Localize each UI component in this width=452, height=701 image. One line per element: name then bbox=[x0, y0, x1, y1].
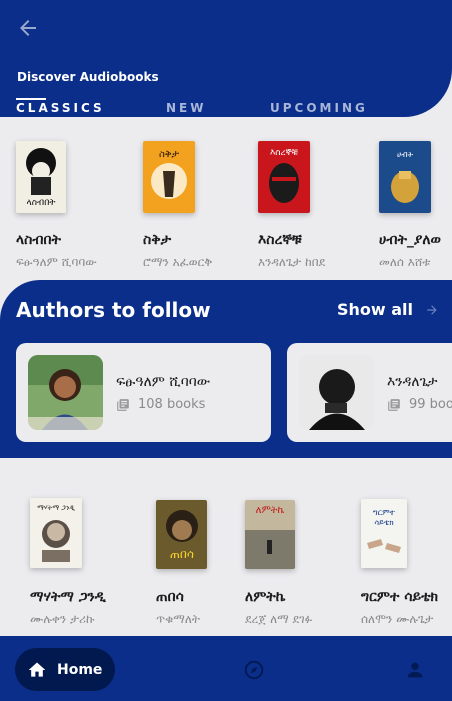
library-icon bbox=[117, 398, 129, 411]
book-author: ደረጀ ለማ ደገፉ bbox=[245, 612, 313, 626]
book-author: እንዳለጌታ ከበደ bbox=[258, 255, 326, 269]
author-book-count-label: 108 books bbox=[138, 397, 206, 412]
author-photo bbox=[299, 355, 374, 430]
svg-text:ጠበሳ: ጠበሳ bbox=[170, 547, 194, 561]
svg-text:እስረኞቹ: እስረኞቹ bbox=[270, 148, 299, 158]
book-cover[interactable]: እስረኞቹ bbox=[258, 141, 310, 213]
authors-section: Authors to follow Show all ፍፁዓለም ሺባባው 10… bbox=[0, 280, 452, 458]
section-title: Discover Audiobooks bbox=[17, 70, 159, 84]
book-cover[interactable]: ለምትኬ bbox=[245, 500, 295, 569]
person-icon[interactable] bbox=[404, 659, 426, 681]
author-book-count-label: 99 boo bbox=[409, 397, 452, 412]
book-title: ሀብት_ያለወ bbox=[379, 232, 441, 248]
svg-text:ግርምተ: ግርምተ bbox=[373, 508, 396, 517]
book-cover[interactable]: ግርምተ ሳይቴክ bbox=[361, 499, 407, 568]
author-card[interactable]: እንዳለጌታ 99 boo bbox=[287, 343, 452, 442]
book-cover[interactable]: ላስብበት bbox=[16, 141, 66, 213]
author-book-count: 99 boo bbox=[387, 397, 452, 412]
author-name: ፍፁዓለም ሺባባው bbox=[116, 374, 211, 390]
book-author: ሰለሞን ሙሉጌታ bbox=[361, 612, 434, 626]
bottom-nav: Home bbox=[0, 636, 452, 701]
tab-classics[interactable]: CLASSICS bbox=[16, 98, 166, 117]
svg-text:ሀብት: ሀብት bbox=[397, 150, 414, 159]
show-all-label: Show all bbox=[337, 300, 414, 319]
book-title: ግርምተ ሳይቴክ bbox=[361, 589, 439, 605]
book-title: ለምትኬ bbox=[245, 589, 286, 605]
book-cover[interactable]: ስቅታ bbox=[143, 141, 195, 213]
svg-text:ስቅታ: ስቅታ bbox=[159, 149, 180, 160]
book-author: መለሰ እሸቱ bbox=[379, 255, 431, 269]
back-arrow-icon[interactable] bbox=[16, 16, 40, 40]
book-author: ሮማን አፈወርቅ bbox=[143, 255, 213, 269]
tab-new[interactable]: NEW bbox=[166, 101, 270, 117]
book-title: እስረኞቹ bbox=[258, 232, 302, 248]
book-cover[interactable]: ማሃትማ ጋንዲ bbox=[30, 498, 82, 568]
arrow-right-icon bbox=[427, 304, 437, 315]
discover-header: Discover Audiobooks CLASSICS NEW UPCOMIN… bbox=[0, 0, 452, 117]
author-book-count: 108 books bbox=[116, 397, 205, 412]
tab-upcoming[interactable]: UPCOMING bbox=[270, 101, 368, 117]
book-author: ጥቁማለት bbox=[156, 612, 200, 626]
home-icon bbox=[28, 662, 46, 677]
compass-icon[interactable] bbox=[243, 659, 265, 681]
svg-text:ላስብበት: ላስብበት bbox=[27, 198, 56, 208]
book-title: ስቅታ bbox=[143, 232, 172, 248]
nav-home-button[interactable]: Home bbox=[15, 648, 115, 691]
author-name: እንዳለጌታ bbox=[387, 374, 438, 390]
book-title: ማሃትማ ጋንዲ bbox=[30, 589, 106, 605]
book-title: ላስብበት bbox=[16, 232, 61, 248]
book-author: ሙሉቀን ታሪኩ bbox=[30, 612, 95, 626]
authors-title: Authors to follow bbox=[16, 298, 211, 322]
nav-home-label: Home bbox=[57, 661, 103, 678]
author-photo bbox=[28, 355, 103, 430]
author-card[interactable]: ፍፁዓለም ሺባባው 108 books bbox=[16, 343, 271, 442]
book-author: ፍፁዓለም ሺባባው bbox=[16, 255, 97, 269]
svg-text:ሳይቴክ: ሳይቴክ bbox=[374, 518, 393, 527]
svg-text:ማሃትማ ጋንዲ: ማሃትማ ጋንዲ bbox=[37, 504, 75, 512]
book-title: ጠበሳ bbox=[156, 589, 184, 605]
svg-text:ለምትኬ: ለምትኬ bbox=[256, 505, 285, 516]
library-icon bbox=[388, 398, 400, 411]
show-all-link[interactable]: Show all bbox=[337, 300, 439, 319]
book-cover[interactable]: ጠበሳ bbox=[156, 500, 207, 569]
category-tabs: CLASSICS NEW UPCOMING bbox=[16, 98, 368, 117]
audiobooks-page: Discover Audiobooks CLASSICS NEW UPCOMIN… bbox=[0, 0, 452, 701]
book-cover[interactable]: ሀብት bbox=[379, 141, 431, 213]
